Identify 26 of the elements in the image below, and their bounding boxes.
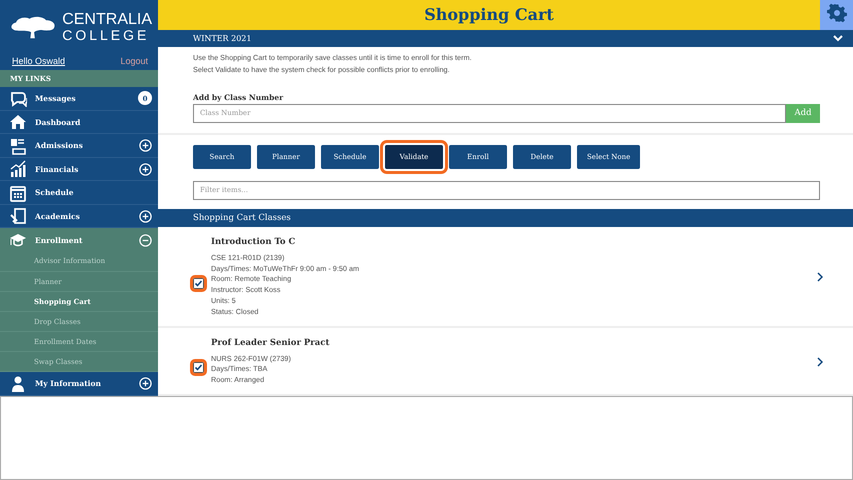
term-bar[interactable]: WINTER 2021 — [158, 30, 853, 47]
chat-bubbles-icon — [9, 89, 27, 108]
document-icon — [9, 136, 27, 155]
document-icon — [9, 207, 27, 226]
settings-button[interactable] — [820, 0, 853, 30]
bar-chart-icon — [9, 160, 27, 178]
calendar-icon — [9, 184, 27, 202]
chevron-right-icon[interactable] — [817, 272, 823, 282]
class-title: Prof Leader Senior Pract — [211, 338, 330, 348]
plus-circle-icon[interactable] — [139, 162, 152, 176]
chevron-right-icon[interactable] — [817, 356, 823, 367]
person-icon — [9, 374, 27, 393]
section-header: Shopping Cart Classes — [158, 208, 853, 227]
minus-circle-icon[interactable] — [139, 234, 152, 247]
house-icon — [9, 113, 27, 132]
chevron-down-icon — [833, 34, 843, 42]
plus-circle-icon[interactable] — [139, 377, 152, 390]
logo-text: CENTRALIA — [62, 12, 152, 28]
user-link[interactable]: Hello Oswald — [12, 56, 66, 70]
plus-circle-icon[interactable] — [139, 210, 152, 223]
settings-icon — [826, 3, 846, 23]
class-title: Introduction To C — [211, 236, 296, 247]
logout-link[interactable]: Logout — [120, 56, 148, 70]
logo-text: COLLEGE — [62, 28, 150, 42]
plus-circle-icon[interactable] — [139, 139, 152, 152]
page-title: Shopping Cart — [423, 4, 555, 26]
